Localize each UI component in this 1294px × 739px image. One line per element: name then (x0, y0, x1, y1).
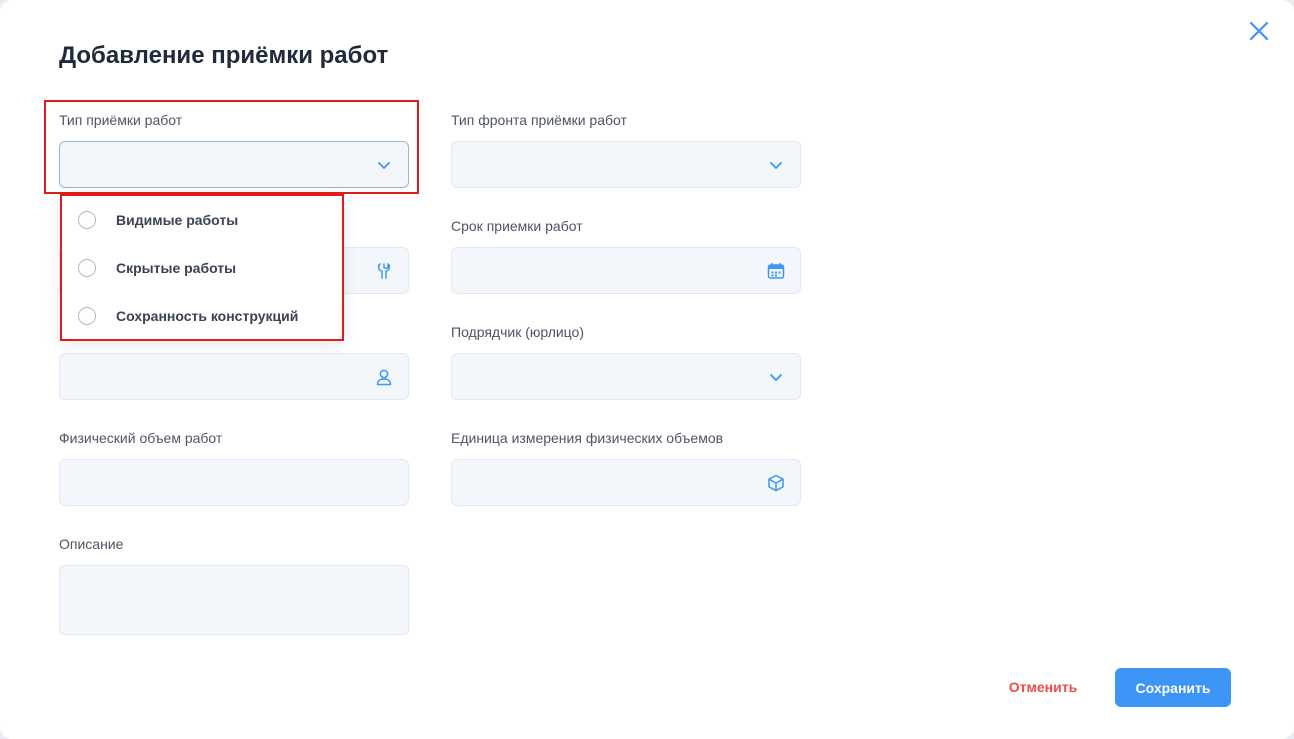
option-label: Скрытые работы (116, 260, 237, 276)
wrench-icon (374, 261, 394, 281)
deadline-label: Срок приемки работ (451, 218, 583, 234)
acceptance-type-dropdown: Видимые работы Скрытые работы Сохранност… (60, 194, 343, 340)
contractor-label: Подрядчик (юрлицо) (451, 324, 584, 340)
save-button[interactable]: Сохранить (1115, 668, 1231, 707)
front-type-select[interactable] (451, 141, 801, 188)
radio-button[interactable] (78, 307, 96, 325)
radio-button[interactable] (78, 259, 96, 277)
chevron-down-icon (766, 155, 786, 175)
option-label: Сохранность конструкций (116, 308, 299, 324)
description-textarea[interactable] (59, 565, 409, 635)
responsible-person-field[interactable] (59, 353, 409, 400)
front-type-label: Тип фронта приёмки работ (451, 112, 627, 128)
chevron-down-icon (766, 367, 786, 387)
close-button[interactable] (1246, 18, 1272, 44)
chevron-down-icon (374, 155, 394, 175)
calendar-icon (766, 261, 786, 281)
cancel-button[interactable]: Отменить (996, 668, 1090, 706)
radio-button[interactable] (78, 211, 96, 229)
unit-label: Единица измерения физических объемов (451, 430, 724, 446)
physical-volume-label: Физический объем работ (59, 430, 223, 446)
acceptance-type-label: Тип приёмки работ (59, 112, 183, 128)
option-structure-preservation[interactable]: Сохранность конструкций (60, 292, 343, 340)
add-acceptance-dialog: Добавление приёмки работ Тип приёмки раб… (0, 0, 1294, 739)
deadline-date-input[interactable] (451, 247, 801, 294)
option-label: Видимые работы (116, 212, 239, 228)
close-icon (1249, 21, 1269, 41)
acceptance-type-select[interactable] (59, 141, 409, 188)
contractor-select[interactable] (451, 353, 801, 400)
description-label: Описание (59, 536, 124, 552)
dialog-title: Добавление приёмки работ (59, 42, 389, 69)
user-icon (374, 367, 394, 387)
unit-select[interactable] (451, 459, 801, 506)
cube-icon (766, 473, 786, 493)
physical-volume-input[interactable] (59, 459, 409, 506)
option-visible-works[interactable]: Видимые работы (60, 196, 343, 244)
option-hidden-works[interactable]: Скрытые работы (60, 244, 343, 292)
